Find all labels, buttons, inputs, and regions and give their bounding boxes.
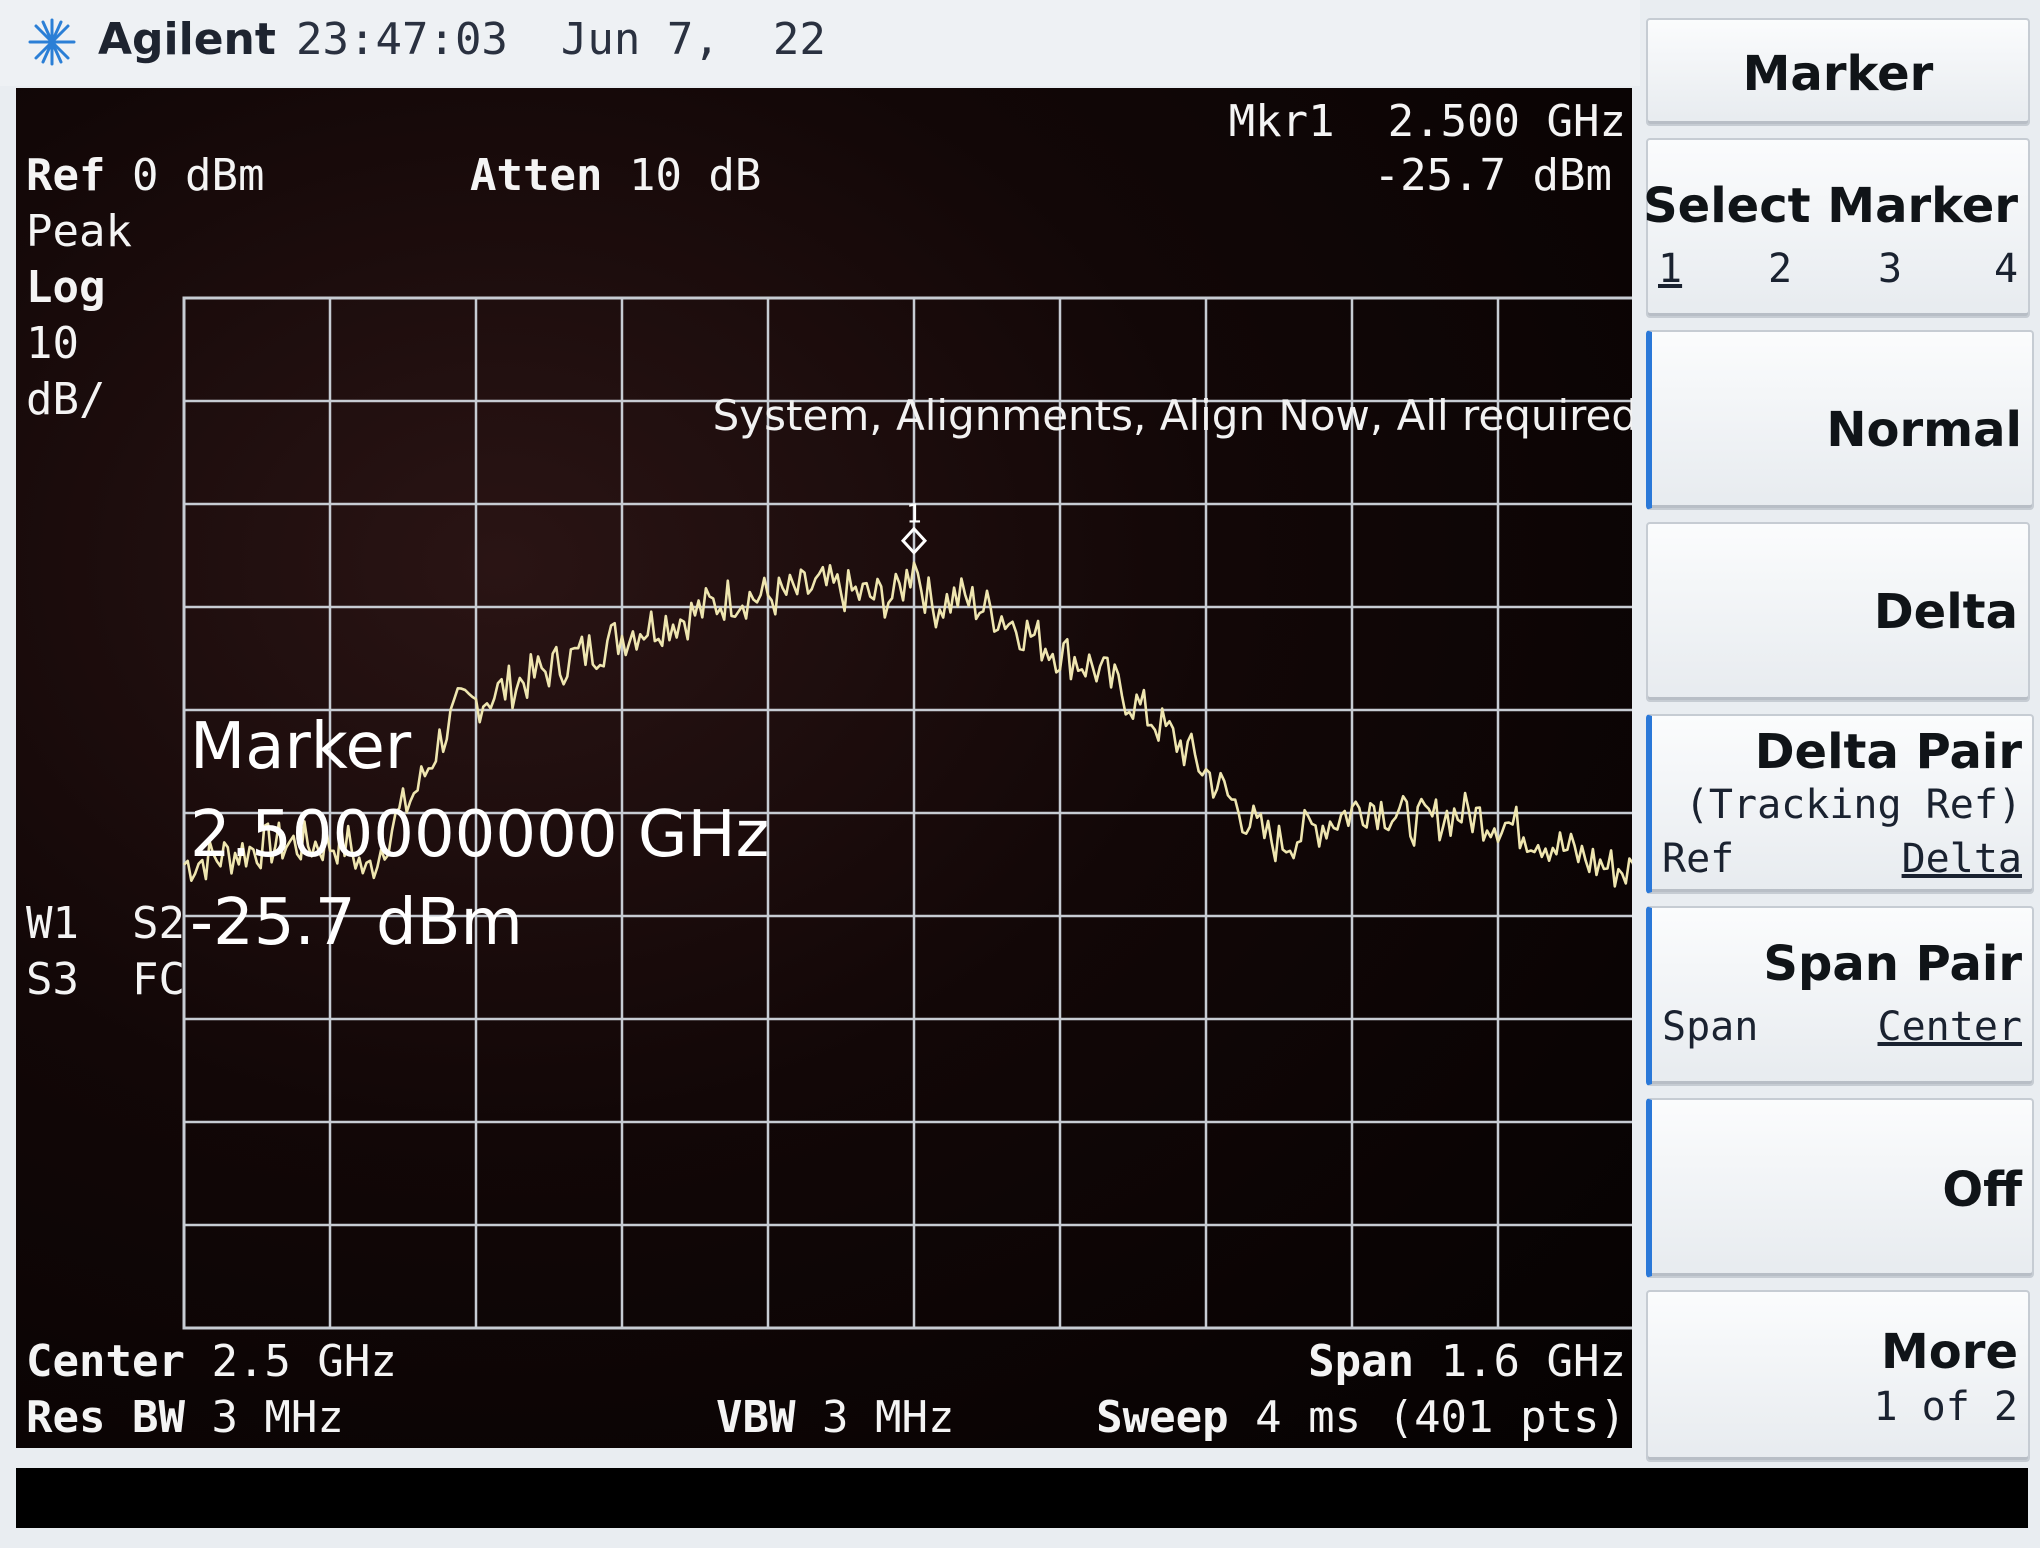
- select-marker-option-3: 3: [1878, 246, 1903, 292]
- menu-title: Marker: [1742, 46, 1934, 102]
- more-label: More: [1881, 1324, 2018, 1380]
- more-page: 1 of 2: [1873, 1384, 2019, 1430]
- atten-label: Atten: [470, 150, 603, 201]
- brand-name: Agilent: [98, 14, 276, 65]
- sweep: Sweep 4 ms (401 pts): [1096, 1392, 1626, 1444]
- ref-value: 0 dBm: [131, 150, 265, 201]
- ref-level: Ref 0 dBm: [26, 150, 264, 202]
- scale-value: 10: [26, 318, 79, 369]
- vbw-label: VBW: [716, 1392, 796, 1443]
- vbw-value: 3 MHz: [821, 1392, 955, 1443]
- alignment-message: System, Alignments, Align Now, All requi…: [713, 391, 1632, 440]
- time: 23:47:03: [296, 14, 508, 65]
- spectrum-display: Ref 0 dBm Atten 10 dB Mkr1 2.500 GHz -25…: [16, 88, 1632, 1448]
- ref-label: Ref: [26, 150, 106, 201]
- instrument-header: Agilent 23:47:03 Jun 7, 22: [0, 0, 1640, 86]
- delta-pair-key[interactable]: Delta Pair (Tracking Ref) Ref Delta: [1646, 714, 2034, 894]
- span-value: 1.6 GHz: [1440, 1336, 1626, 1387]
- off-key[interactable]: Off: [1646, 1098, 2034, 1278]
- marker-annotation-frequency: 2.500000000 GHz: [190, 798, 769, 872]
- resbw-value: 3 MHz: [211, 1392, 344, 1443]
- select-marker-option-2: 2: [1768, 246, 1793, 292]
- span-pair-span: Span: [1662, 1004, 1759, 1050]
- select-marker-option-4: 4: [1994, 246, 2019, 292]
- span-label: Span: [1308, 1336, 1415, 1387]
- select-marker-key[interactable]: Select Marker 1 2 3 4: [1643, 138, 2030, 318]
- trace-status-1: W1 S2: [26, 898, 185, 949]
- delta-pair-ref: Ref: [1662, 836, 1735, 882]
- center-value: 2.5 GHz: [211, 1336, 397, 1387]
- select-marker-label: Select Marker: [1643, 178, 2018, 234]
- delta-pair-label: Delta Pair: [1754, 724, 2022, 780]
- agilent-spark-icon: [28, 18, 76, 66]
- normal-key[interactable]: Normal: [1646, 330, 2034, 510]
- span-pair-label: Span Pair: [1763, 936, 2022, 992]
- spectrum-plot: 1 System, Alignments, Align Now, All requ…: [182, 296, 1632, 1330]
- scale-type: Log: [26, 262, 106, 313]
- sweep-value: 4 ms (401 pts): [1255, 1392, 1626, 1443]
- more-key[interactable]: More 1 of 2: [1646, 1290, 2030, 1462]
- status-bar: [16, 1468, 2028, 1528]
- marker-annotation-title: Marker: [190, 710, 412, 784]
- select-marker-option-1: 1: [1658, 246, 1683, 292]
- delta-key[interactable]: Delta: [1646, 522, 2030, 702]
- span-pair-key[interactable]: Span Pair Span Center: [1646, 906, 2034, 1086]
- scale-unit: dB/: [26, 374, 106, 425]
- marker-readout-freq: Mkr1 2.500 GHz: [1228, 96, 1626, 147]
- span-pair-center: Center: [1877, 1004, 2023, 1050]
- center-frequency: Center 2.5 GHz: [26, 1336, 397, 1388]
- marker-readout-amp: -25.7 dBm: [1373, 150, 1612, 201]
- span: Span 1.6 GHz: [1308, 1336, 1626, 1388]
- sweep-label: Sweep: [1096, 1392, 1229, 1443]
- date: Jun 7, 22: [560, 14, 826, 65]
- resolution-bandwidth: Res BW 3 MHz: [26, 1392, 344, 1444]
- marker-annotation-amplitude: -25.7 dBm: [190, 886, 523, 960]
- menu-title-key: Marker: [1646, 18, 2030, 126]
- atten-value: 10 dB: [628, 150, 762, 201]
- center-label: Center: [26, 1336, 185, 1387]
- off-label: Off: [1942, 1162, 2022, 1218]
- resbw-label: Res BW: [26, 1392, 185, 1443]
- marker-1-number: 1: [906, 500, 922, 530]
- detector-mode: Peak: [26, 206, 132, 257]
- normal-label: Normal: [1826, 402, 2022, 458]
- clock: 23:47:03 Jun 7, 22: [296, 14, 826, 65]
- trace-status-2: S3 FC: [26, 954, 185, 1005]
- attenuation: Atten 10 dB: [470, 150, 761, 202]
- delta-pair-sub: (Tracking Ref): [1684, 782, 2022, 828]
- delta-label: Delta: [1873, 584, 2018, 640]
- softkey-menu: Marker Select Marker 1 2 3 4 Normal Delt…: [1643, 14, 2034, 1462]
- delta-pair-delta: Delta: [1901, 836, 2022, 882]
- video-bandwidth: VBW 3 MHz: [716, 1392, 954, 1444]
